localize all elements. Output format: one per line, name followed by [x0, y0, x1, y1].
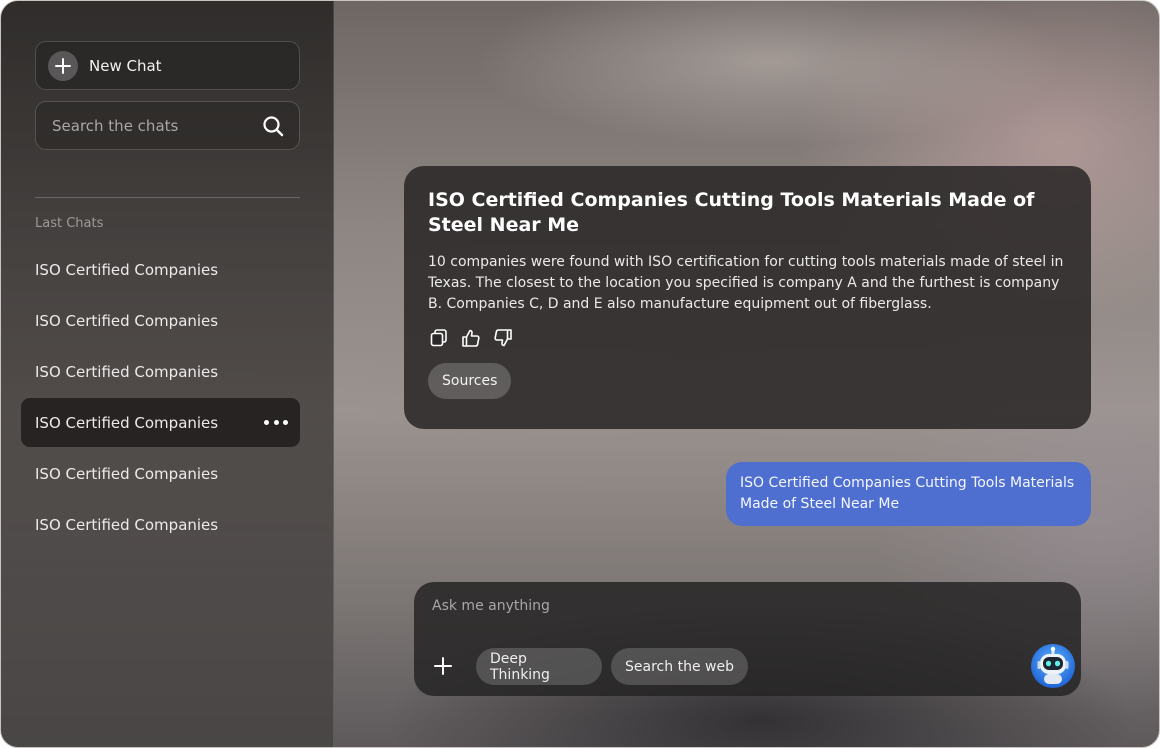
- last-chats-heading: Last Chats: [35, 216, 104, 231]
- robot-assistant-icon[interactable]: [1031, 644, 1075, 688]
- message-composer: Deep Thinking Search the web: [414, 582, 1081, 696]
- search-chats-box: [35, 101, 300, 150]
- thumbs-up-icon[interactable]: [460, 327, 482, 349]
- new-chat-label: New Chat: [89, 56, 162, 75]
- deep-thinking-button[interactable]: Deep Thinking: [476, 648, 602, 685]
- chat-item-label: ISO Certified Companies: [35, 464, 219, 483]
- chat-item-label: ISO Certified Companies: [35, 362, 219, 381]
- chat-list-item[interactable]: ISO Certified Companies: [21, 296, 300, 345]
- search-icon[interactable]: [261, 114, 285, 138]
- sources-button[interactable]: Sources: [428, 363, 512, 399]
- chat-list: ISO Certified Companies ISO Certified Co…: [21, 245, 300, 551]
- assistant-answer-card: ISO Certified Companies Cutting Tools Ma…: [404, 166, 1091, 429]
- answer-actions: [428, 327, 1067, 349]
- chat-item-label: ISO Certified Companies: [35, 260, 219, 279]
- user-message-bubble: ISO Certified Companies Cutting Tools Ma…: [726, 462, 1091, 526]
- message-input[interactable]: [414, 582, 1014, 632]
- more-options-icon[interactable]: [264, 415, 288, 429]
- chat-list-item[interactable]: ISO Certified Companies: [21, 449, 300, 498]
- chat-list-item[interactable]: ISO Certified Companies: [21, 347, 300, 396]
- sidebar: New Chat Last Chats ISO Certified Compan…: [1, 1, 334, 747]
- search-web-button[interactable]: Search the web: [611, 648, 748, 685]
- sidebar-divider: [35, 197, 300, 198]
- answer-body: 10 companies were found with ISO certifi…: [428, 254, 1064, 312]
- search-chats-input[interactable]: [36, 102, 251, 149]
- plus-icon: [48, 50, 78, 81]
- chat-list-item[interactable]: ISO Certified Companies: [21, 500, 300, 549]
- chat-list-item-active[interactable]: ISO Certified Companies: [21, 398, 300, 447]
- new-chat-button[interactable]: New Chat: [35, 41, 300, 90]
- thumbs-down-icon[interactable]: [492, 327, 514, 349]
- chat-item-label: ISO Certified Companies: [35, 413, 219, 432]
- chat-item-label: ISO Certified Companies: [35, 515, 219, 534]
- app-window: New Chat Last Chats ISO Certified Compan…: [0, 0, 1160, 748]
- chat-item-label: ISO Certified Companies: [35, 311, 219, 330]
- add-attachment-icon[interactable]: [433, 656, 453, 676]
- copy-icon[interactable]: [428, 327, 450, 349]
- answer-title: ISO Certified Companies Cutting Tools Ma…: [428, 189, 1035, 236]
- chat-list-item[interactable]: ISO Certified Companies: [21, 245, 300, 294]
